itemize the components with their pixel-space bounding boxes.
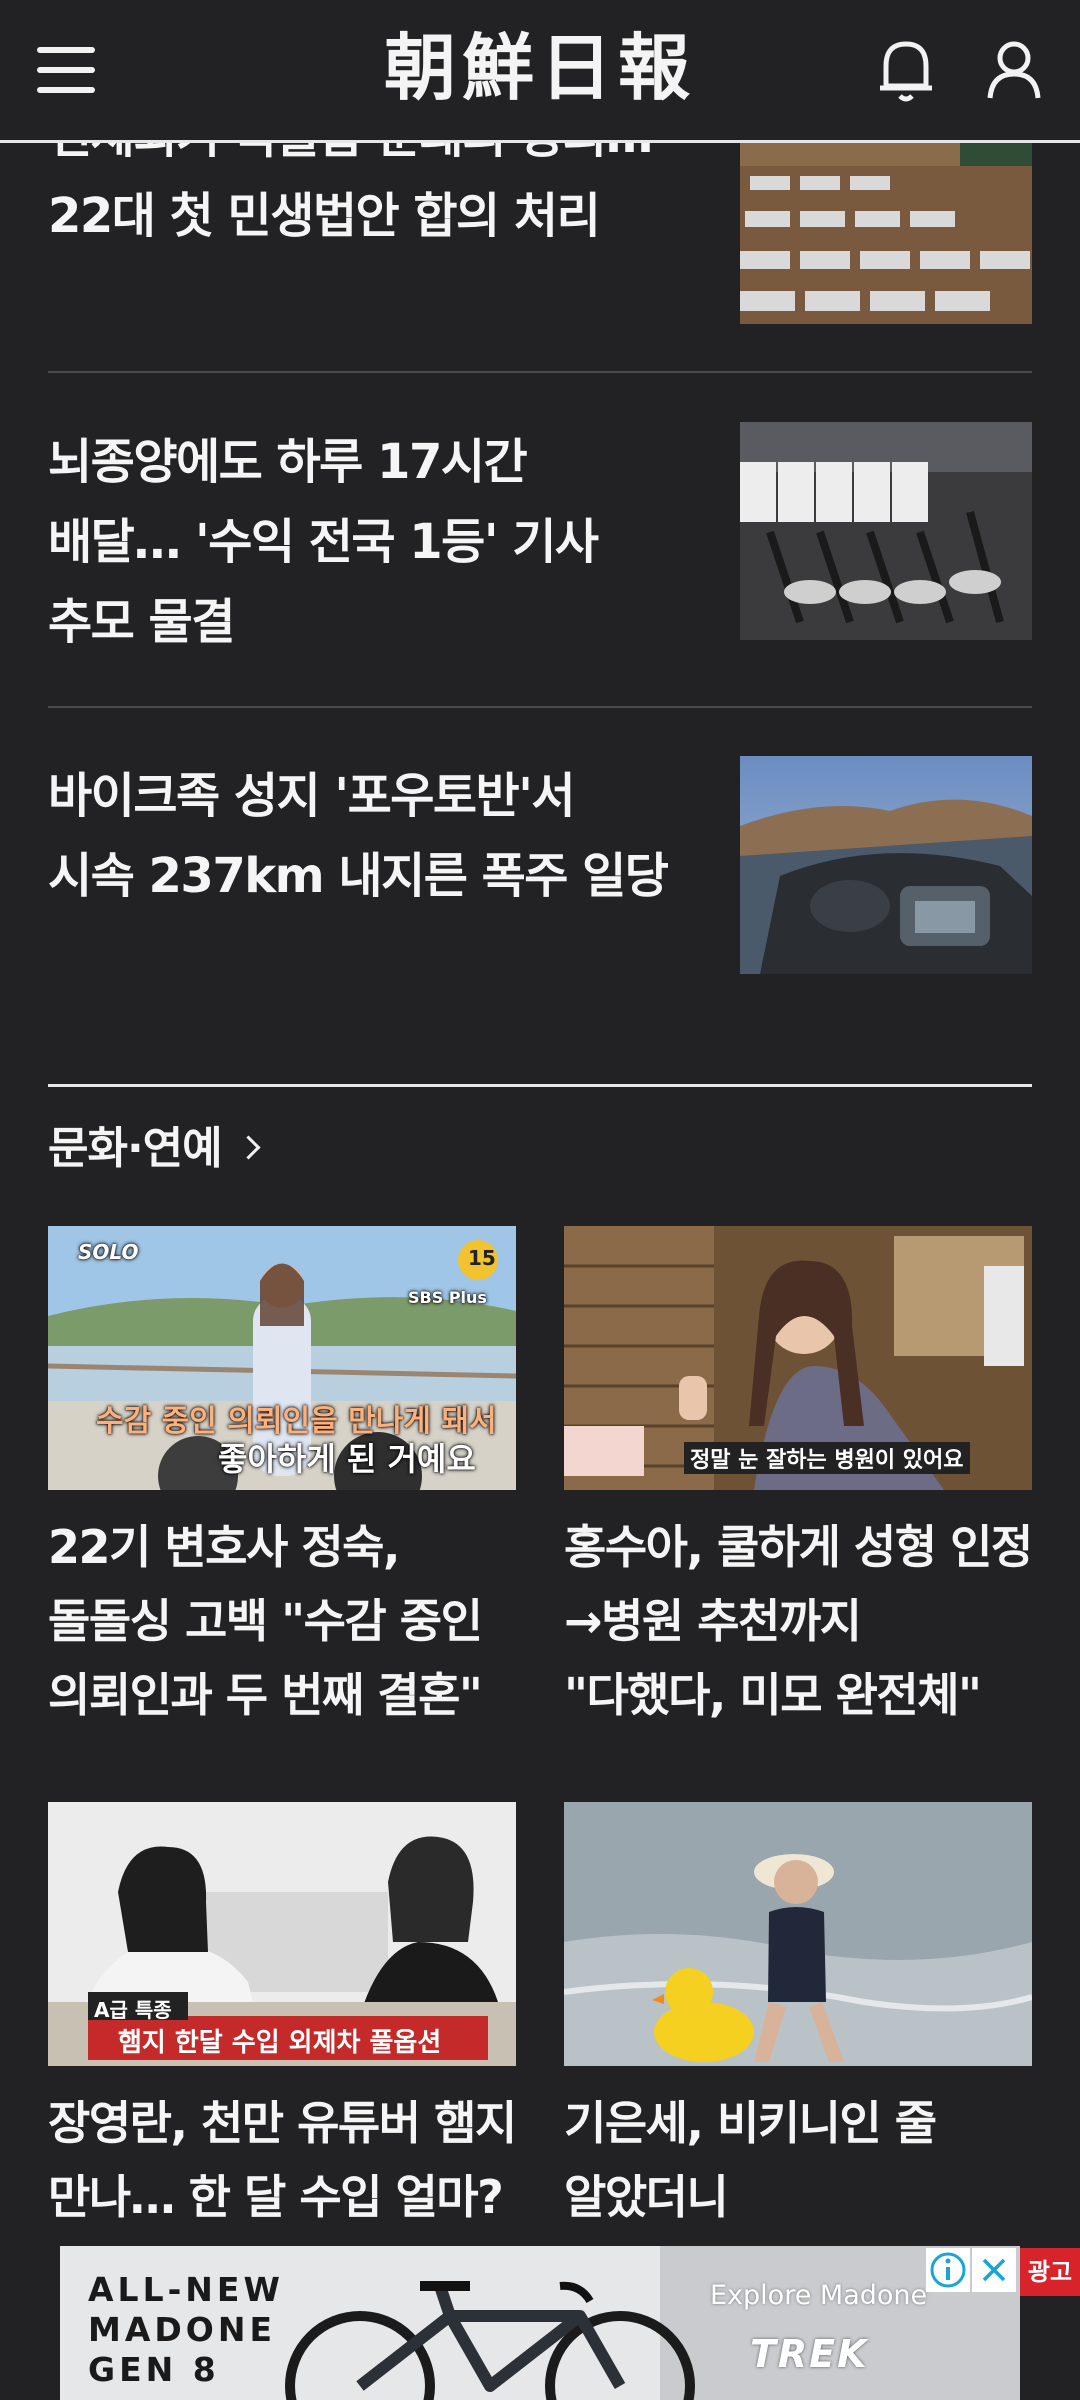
news-thumbnail-scooters[interactable] [740,422,1032,640]
section-title-culture[interactable]: 문화·연예 [48,1112,261,1176]
news-headline[interactable]: 뇌종양에도 하루 17시간 배달… '수익 전국 1등' 기사 추모 물결 [48,422,698,662]
news-thumbnail-motorcycle[interactable] [740,756,1032,974]
ad-banner[interactable]: ALL-NEW MADONE GEN 8 Explore Madone TREK [60,2246,1020,2400]
user-icon[interactable] [974,30,1054,110]
culture-card[interactable]: A급 특종 햄지 한달 수입 외제차 풀옵션 장영란, 천만 유튜버 햄지 만나… [48,1802,517,2234]
bell-icon[interactable] [866,30,946,110]
card-image[interactable]: 정말 눈 잘하는 병원이 있어요 [564,1226,1032,1490]
chevron-right-icon [236,1134,261,1160]
card-title[interactable]: 기은세, 비키니인 줄 알았더니 [564,2086,1032,2234]
section-title-label: 문화·연예 [48,1123,223,1174]
card-badge-logo: SOLO [78,1240,139,1264]
card-image-tag: A급 특종 [94,1998,172,2022]
card-image-caption: 정말 눈 잘하는 병원이 있어요 [684,1442,970,1474]
news-item[interactable]: 바이크족 성지 '포우토반'서 시속 237km 내지른 폭주 일당 [48,756,1032,996]
site-logo[interactable]: 朝鮮日報 [360,20,720,116]
culture-card[interactable]: SOLO 15 SBS Plus 수감 중인 의뢰인을 만나게 돼서 좋아하게 … [48,1226,516,1732]
ad-cta-link[interactable]: Explore Madone [710,2280,927,2311]
section-divider [48,1084,1032,1087]
culture-card[interactable]: 정말 눈 잘하는 병원이 있어요 홍수아, 쿨하게 성형 인정 →병원 추천까지… [564,1226,1033,1732]
culture-card[interactable]: 기은세, 비키니인 줄 알았더니 [564,1802,1032,2234]
ad-label-badge: 광고 [1020,2248,1080,2296]
card-image[interactable] [564,1802,1032,2066]
divider [48,706,1032,708]
card-image[interactable]: A급 특종 햄지 한달 수입 외제차 풀옵션 [48,1802,516,2066]
card-title[interactable]: 홍수아, 쿨하게 성형 인정 →병원 추천까지 "다했다, 미모 완전체" [564,1510,1033,1732]
ad-brand-logo: TREK [750,2332,869,2376]
card-image-caption: 햄지 한달 수입 외제차 풀옵션 [118,2028,442,2058]
card-badge-rating: 15 [468,1246,496,1270]
ad-close-icon[interactable] [972,2248,1016,2292]
top-header: 朝鮮日報 [0,0,1080,143]
ad-info-icon[interactable] [926,2248,970,2292]
news-headline[interactable]: 바이크족 성지 '포우토반'서 시속 237km 내지른 폭주 일당 [48,756,698,916]
card-image[interactable]: SOLO 15 SBS Plus 수감 중인 의뢰인을 만나게 돼서 좋아하게 … [48,1226,516,1490]
card-title[interactable]: 22기 변호사 정숙, 돌돌싱 고백 "수감 중인 의뢰인과 두 번째 결혼" [48,1510,516,1732]
hamburger-menu-icon[interactable] [26,30,106,110]
card-badge-channel: SBS Plus [408,1288,487,1307]
news-item[interactable]: 뇌종양에도 하루 17시간 배달… '수익 전국 1등' 기사 추모 물결 [48,422,1032,662]
divider [48,371,1032,373]
card-image-caption: 좋아하게 된 거예요 [218,1440,476,1478]
card-title[interactable]: 장영란, 천만 유튜버 햄지 만나… 한 달 수입 얼마? [48,2086,517,2234]
ad-headline: ALL-NEW MADONE GEN 8 [88,2270,284,2389]
